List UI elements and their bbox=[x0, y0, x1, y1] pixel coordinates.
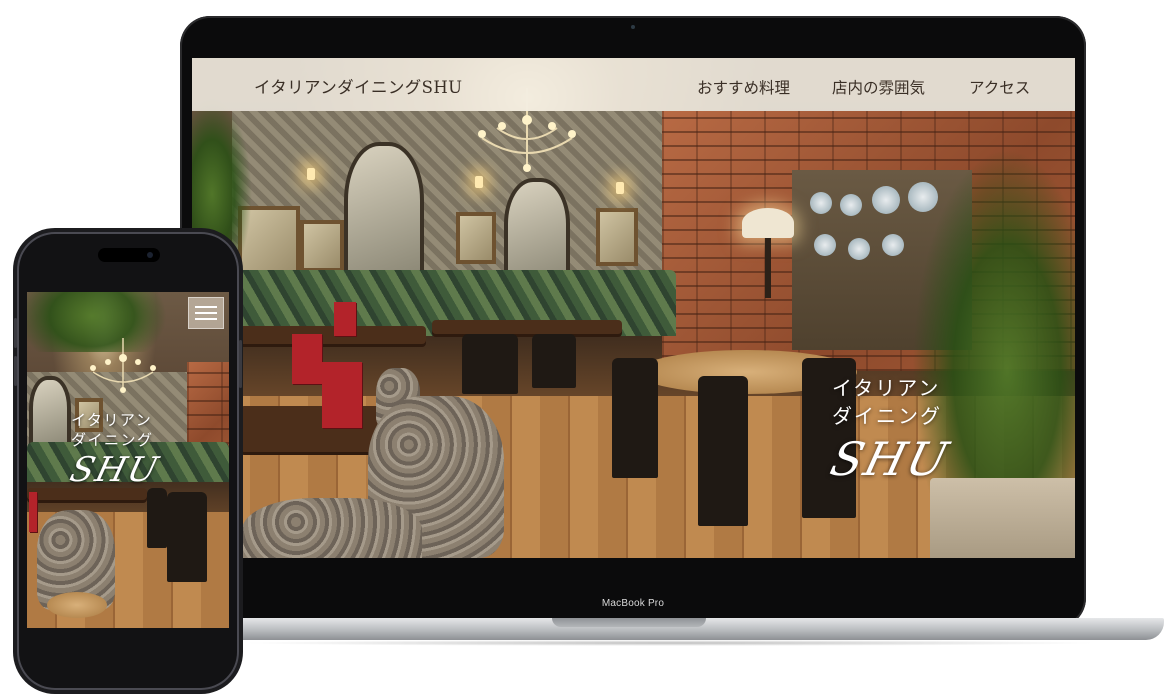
phone-power-button bbox=[239, 340, 242, 388]
hamburger-menu-button[interactable] bbox=[188, 297, 224, 329]
round-table bbox=[47, 592, 107, 618]
wall-lamp bbox=[307, 168, 315, 180]
chair bbox=[147, 488, 167, 548]
chair bbox=[462, 334, 518, 394]
arched-mirror bbox=[29, 376, 71, 448]
phone-hero-line-1: イタリアン bbox=[71, 411, 153, 429]
picture-frame bbox=[456, 212, 496, 264]
nav-link-access[interactable]: アクセス bbox=[969, 76, 1030, 98]
phone-volume-button bbox=[14, 356, 17, 386]
table-lamp-shade bbox=[742, 208, 794, 238]
chair bbox=[612, 358, 658, 478]
laptop-shadow bbox=[240, 640, 1100, 646]
plate bbox=[840, 194, 862, 216]
hero-title-line-1: イタリアン bbox=[832, 376, 941, 400]
table bbox=[236, 326, 426, 344]
plate bbox=[882, 234, 904, 256]
table-lamp-stand bbox=[765, 238, 771, 298]
chandelier bbox=[90, 338, 156, 393]
phone-screen: イタリアン ダイニング SHU bbox=[27, 292, 229, 628]
wall-lamp bbox=[616, 182, 624, 194]
arched-mirror bbox=[504, 178, 570, 282]
phone-hero-script: SHU bbox=[66, 450, 164, 490]
hero-title: イタリアン ダイニング SHU bbox=[825, 374, 1032, 486]
chair bbox=[167, 492, 207, 582]
hero-title-script: SHU bbox=[825, 432, 956, 486]
plate bbox=[814, 234, 836, 256]
picture-frame bbox=[596, 208, 638, 266]
laptop-brand-label: MacBook Pro bbox=[601, 598, 665, 609]
nav-link-recommended-dishes[interactable]: おすすめ料理 bbox=[697, 76, 790, 98]
armchair bbox=[242, 498, 422, 558]
menu-book bbox=[29, 492, 37, 532]
plate bbox=[810, 192, 832, 214]
phone-hero-title: イタリアン ダイニング SHU bbox=[66, 410, 221, 490]
picture-frame bbox=[300, 220, 344, 272]
arched-mirror bbox=[344, 142, 424, 274]
phone-hero-line-2: ダイニング bbox=[71, 431, 154, 449]
menu-book bbox=[334, 302, 356, 336]
phone-camera-icon bbox=[147, 252, 153, 258]
chair bbox=[532, 334, 576, 388]
menu-book bbox=[292, 334, 322, 384]
chair bbox=[698, 376, 748, 526]
laptop-opening-notch bbox=[552, 618, 706, 627]
site-header: イタリアンダイニングSHU おすすめ料理 店内の雰囲気 アクセス bbox=[192, 58, 1075, 111]
table bbox=[432, 320, 622, 334]
laptop-screen: イタリアンダイニングSHU おすすめ料理 店内の雰囲気 アクセス イタリアン ダ… bbox=[192, 58, 1075, 558]
laptop-camera-icon bbox=[631, 25, 635, 29]
site-logo[interactable]: イタリアンダイニングSHU bbox=[254, 74, 462, 98]
hero-title-line-2: ダイニング bbox=[832, 404, 942, 428]
nav-link-atmosphere[interactable]: 店内の雰囲気 bbox=[832, 76, 925, 98]
phone-volume-button bbox=[14, 318, 17, 348]
plant-pot bbox=[930, 478, 1075, 558]
plate bbox=[848, 238, 870, 260]
menu-book bbox=[322, 362, 362, 428]
plate bbox=[872, 186, 900, 214]
